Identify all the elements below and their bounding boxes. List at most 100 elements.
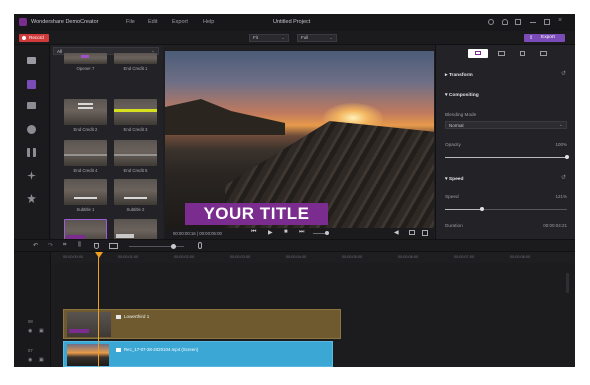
stickers-icon[interactable] [27,194,36,203]
library-caption: End Credit 2 [73,127,98,132]
project-name: Untitled Project [273,19,311,25]
fullscreen-icon[interactable] [422,230,428,236]
folder-icon[interactable] [27,57,36,64]
transition-icon[interactable] [27,148,36,157]
compositing-label: Compositing [448,93,479,98]
library-filter-value: All [57,49,63,54]
ruler-tick: 00:00:03:00 [230,255,251,259]
lock-icon[interactable]: ▣ [39,328,44,334]
clip-thumbnail [67,312,111,337]
opacity-slider-handle[interactable] [565,155,569,159]
library-thumb-end-credit-1[interactable] [114,53,157,64]
timeline-scrollbar[interactable] [566,273,569,293]
fit-select[interactable]: Fit ⌄ [249,34,289,42]
library-thumb-opener-7[interactable] [64,53,107,64]
redo-icon[interactable]: ↷ [48,242,53,249]
transform-section[interactable]: ▸ Transform [445,72,473,78]
track-headers: 08 ◉ ▣ 07 ◉ ▣ [14,252,51,367]
title-clip-icon [116,315,121,319]
ruler-tick: 00:00:06:00 [398,255,419,259]
speed-slider-fill [445,209,482,210]
playhead-line [98,257,99,367]
play-icon[interactable]: ▶ [268,229,273,236]
stop-icon[interactable]: ■ [284,229,288,235]
library-caption: Opener 7 [76,66,95,71]
zoom-slider-handle[interactable] [171,244,176,249]
opacity-label: Opacity [445,142,461,147]
timeline-tracks[interactable]: Lowerthird 1 Rec_17-07-28-2020104.mp4 (S… [51,263,575,367]
title-clip[interactable]: Lowerthird 1 [63,309,341,339]
blending-mode-select[interactable]: Normal ⌄ [445,121,567,129]
maximize-icon[interactable] [544,19,550,25]
playhead[interactable] [95,252,104,367]
menu-file[interactable]: File [126,19,135,25]
video-clip-icon [116,348,121,352]
close-icon[interactable]: × [558,17,562,24]
menu-edit[interactable]: Edit [148,19,157,25]
prev-frame-icon[interactable]: ⏮ [251,229,256,236]
minimize-icon[interactable] [530,22,536,23]
caption-library: All ⌄ Opener 7 End Credit 1 End Credit 2… [51,45,163,251]
properties-panel: ▸ Transform ↺ ▾ Compositing Blending Mod… [435,45,575,239]
menu-export[interactable]: Export [172,19,188,25]
snapshot-icon[interactable] [409,230,415,235]
tab-audio[interactable] [498,51,505,56]
preview-progress-handle[interactable] [325,231,329,235]
lock-icon[interactable]: ▣ [39,357,44,363]
export-button[interactable]: ⇪ Export [524,34,565,42]
library-caption: End Credit 1 [123,66,148,71]
eye-icon[interactable]: ◉ [28,328,32,334]
reset-icon[interactable]: ↺ [561,174,566,181]
library-thumb-end-credit-3[interactable] [114,99,157,125]
library-caption: Subtitle 2 [126,207,145,212]
title-graphic [78,103,93,105]
library-thumb-end-credit-5[interactable] [114,140,157,166]
undo-icon[interactable]: ↶ [33,242,38,249]
record-label: Record [29,35,44,40]
export-label: Export [541,35,555,40]
title-graphic [69,329,89,333]
tab-effects[interactable] [540,51,547,56]
tab-cursor[interactable] [520,51,525,56]
reset-icon[interactable]: ↺ [561,70,566,77]
library-thumb-end-credit-2[interactable] [64,99,107,125]
quality-select[interactable]: Full ⌄ [297,34,337,42]
next-frame-icon[interactable]: ⏭ [299,229,304,236]
preview-canvas[interactable]: YOUR TITLE [165,51,434,228]
cart-icon[interactable] [515,19,521,25]
account-icon[interactable] [502,19,508,25]
title-graphic [114,154,157,156]
fit-select-value: Fit [253,35,258,40]
menu-help[interactable]: Help [203,19,214,25]
playhead-handle[interactable] [95,252,103,258]
eye-icon[interactable]: ◉ [28,357,32,363]
duration-label: Duration [445,223,463,228]
captions-icon[interactable] [27,80,36,89]
crop-icon[interactable]: ⌗ [63,242,66,249]
annotation-icon[interactable] [27,102,36,109]
record-button[interactable]: Record [19,34,49,42]
volume-icon[interactable]: ◀ [394,229,399,236]
title-graphic [114,109,157,112]
speed-section[interactable]: ▾ Speed [445,176,464,182]
speed-slider-handle[interactable] [479,207,484,211]
cursor-effect-icon[interactable] [27,125,36,134]
split-icon[interactable]: ⫼ [78,242,81,249]
timeline-ruler[interactable]: 00:00:00:00 00:00:01:00 00:00:02:00 00:0… [51,252,575,263]
title-clip-label: Lowerthird 1 [124,314,150,319]
ruler-tick: 00:00:08:00 [510,255,531,259]
tab-video[interactable] [468,49,488,58]
compositing-section[interactable]: ▾ Compositing [445,92,479,98]
library-thumb-subtitle-2[interactable] [114,179,157,205]
shield-icon[interactable] [94,243,99,249]
effects-icon[interactable] [27,171,36,180]
title-graphic [116,234,134,238]
video-camera-icon [475,51,481,55]
help-icon[interactable] [488,19,494,25]
caption-icon[interactable] [109,243,118,249]
microphone-icon[interactable] [198,242,202,249]
library-thumb-end-credit-4[interactable] [64,140,107,166]
lower-third-title[interactable]: YOUR TITLE [185,203,328,225]
opacity-value: 100% [555,142,567,147]
library-thumb-subtitle-1[interactable] [64,179,107,205]
